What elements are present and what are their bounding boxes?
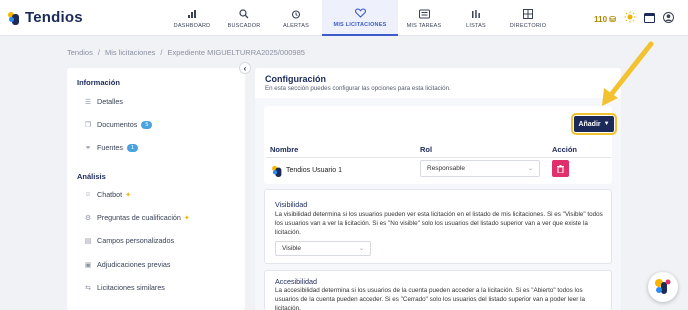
sidebar-item-campos[interactable]: ▤ Campos personalizados [83, 236, 174, 245]
main-nav: DASHBOARD BUSCADOR ALERTAS MIS LICITACIO… [166, 0, 554, 36]
breadcrumb-home[interactable]: Tendios [67, 48, 93, 57]
sidebar-item-label: Campos personalizados [97, 236, 175, 245]
sidebar-item-adjudicaciones[interactable]: ▣ Adjudicaciones previas [83, 260, 171, 269]
logo[interactable]: Tendios [8, 9, 83, 26]
accessibility-card: Accesibilidad La accesibilidad determina… [264, 270, 612, 310]
grid-icon [523, 8, 533, 20]
annotation-arrow [602, 41, 654, 106]
visibility-title: Visibilidad [275, 200, 308, 209]
sidebar-item-fuentes[interactable]: ⚭ Fuentes 1 [83, 143, 139, 152]
heart-icon [354, 7, 366, 19]
nav-label: MIS LICITACIONES [333, 21, 387, 28]
sidebar-item-documentos[interactable]: ❐ Documentos 5 [83, 120, 153, 129]
chevron-left-icon: ‹ [243, 63, 247, 73]
nav-dashboard[interactable]: DASHBOARD [166, 0, 218, 36]
accessibility-title: Accesibilidad [275, 277, 317, 286]
sidebar-item-label: Adjudicaciones previas [97, 260, 171, 269]
tasks-icon [418, 8, 430, 20]
coin-icon: ⛁ [609, 14, 616, 24]
bar-chart-icon [187, 8, 197, 20]
list-lines-icon: ☰ [84, 98, 92, 106]
link-icon: ⚭ [85, 144, 91, 152]
chevron-down-icon: ▼ [603, 121, 610, 127]
nav-label: MIS TAREAS [406, 22, 442, 29]
search-icon [239, 8, 249, 20]
chat-assistant-button[interactable] [648, 272, 678, 302]
award-icon: ▣ [84, 261, 92, 269]
assistant-logo-icon [655, 279, 671, 294]
nav-label: BUSCADOR [227, 22, 261, 29]
sidebar-section-info: Información [77, 78, 120, 87]
table-divider [266, 157, 611, 158]
fuentes-count-badge: 1 [126, 143, 139, 152]
sidebar-item-label: Licitaciones similares [97, 283, 165, 292]
sidebar-item-similares[interactable]: ⇆ Licitaciones similares [83, 283, 165, 292]
visibility-select-value: Visible [282, 245, 302, 252]
role-select-value: Responsable [427, 165, 465, 172]
documents-icon: ❐ [84, 121, 92, 129]
logo-text: Tendios [25, 9, 83, 26]
sidebar: Información ☰ Detalles ❐ Documentos 5 ⚭ … [67, 68, 245, 310]
visibility-description: La visibilidad determina si los usuarios… [275, 211, 603, 236]
breadcrumb: Tendios / Mis licitaciones / Expediente … [67, 48, 310, 57]
nav-label: DASHBOARD [173, 22, 211, 29]
documents-count-badge: 5 [141, 120, 153, 129]
visibility-card: Visibilidad La visibilidad determina si … [264, 189, 612, 264]
nav-listas[interactable]: LISTAS [450, 0, 502, 36]
user-avatar-icon[interactable] [663, 10, 674, 28]
chevron-down-icon: ⌄ [527, 166, 533, 172]
breadcrumb-mis-licitaciones[interactable]: Mis licitaciones [105, 48, 155, 57]
column-header-name: Nombre [270, 145, 299, 154]
column-header-action: Acción [552, 145, 578, 154]
role-select[interactable]: Responsable ⌄ [420, 160, 540, 177]
sidebar-item-label: Fuentes [97, 143, 123, 152]
accessibility-description: La accesibilidad determina si los usuari… [275, 287, 586, 310]
sun-icon[interactable] [624, 10, 636, 28]
sidebar-item-preguntas[interactable]: ⚙ Preguntas de cualificación ✦ [83, 213, 190, 222]
logo-mark-icon [8, 11, 22, 25]
sidebar-item-label: Detalles [97, 97, 123, 106]
similar-icon: ⇆ [85, 284, 91, 292]
sidebar-item-label: Documentos [97, 120, 138, 129]
header-actions: 110 ⛁ [594, 10, 674, 28]
visibility-select[interactable]: Visible ⌄ [275, 241, 371, 256]
sparkle-icon: ✦ [183, 214, 190, 222]
sliders-icon: ⚙ [84, 214, 92, 222]
custom-fields-icon: ▤ [84, 237, 92, 245]
nav-label: LISTAS [466, 22, 486, 29]
top-bar: Tendios DASHBOARD BUSCADOR ALERTAS MIS L… [0, 0, 688, 36]
sidebar-item-detalles[interactable]: ☰ Detalles [83, 97, 123, 106]
alarm-clock-icon [291, 8, 301, 20]
add-user-button[interactable]: Añadir ▼ [571, 113, 617, 135]
nav-directorio[interactable]: DIRECTORIO [502, 0, 554, 36]
sidebar-item-label: Chatbot [97, 190, 123, 199]
chatbot-icon: ☺ [84, 191, 92, 198]
credits-value: 110 [594, 14, 608, 24]
trash-icon [557, 164, 564, 173]
page-title: Configuración [265, 74, 326, 84]
sidebar-item-chatbot[interactable]: ☺ Chatbot ✦ [83, 190, 131, 199]
sidebar-collapse-button[interactable]: ‹ [239, 62, 251, 74]
nav-mis-licitaciones[interactable]: MIS LICITACIONES [322, 0, 398, 36]
breadcrumb-separator: / [97, 48, 100, 57]
add-button-label: Añadir [578, 120, 601, 128]
list-icon [471, 8, 481, 20]
nav-mis-tareas[interactable]: MIS TAREAS [398, 0, 450, 36]
chevron-down-icon: ⌄ [358, 246, 364, 252]
nav-label: ALERTAS [283, 22, 309, 29]
column-header-role: Rol [420, 145, 433, 154]
page-subtitle: En esta sección puedes configurar las op… [265, 85, 451, 92]
nav-alertas[interactable]: ALERTAS [270, 0, 322, 36]
breadcrumb-current: Expediente MIGUELTURRA2025/000985 [167, 48, 305, 57]
delete-user-button[interactable] [552, 160, 569, 177]
user-name: Tendios Usuario 1 [286, 167, 343, 174]
sidebar-item-label: Preguntas de cualificación [97, 213, 181, 222]
calendar-icon[interactable] [644, 10, 655, 28]
credits-counter[interactable]: 110 ⛁ [594, 15, 616, 24]
sparkle-icon: ✦ [125, 191, 132, 199]
nav-label: DIRECTORIO [509, 22, 547, 29]
sidebar-section-analysis: Análisis [77, 172, 106, 181]
nav-buscador[interactable]: BUSCADOR [218, 0, 270, 36]
breadcrumb-separator: / [160, 48, 163, 57]
